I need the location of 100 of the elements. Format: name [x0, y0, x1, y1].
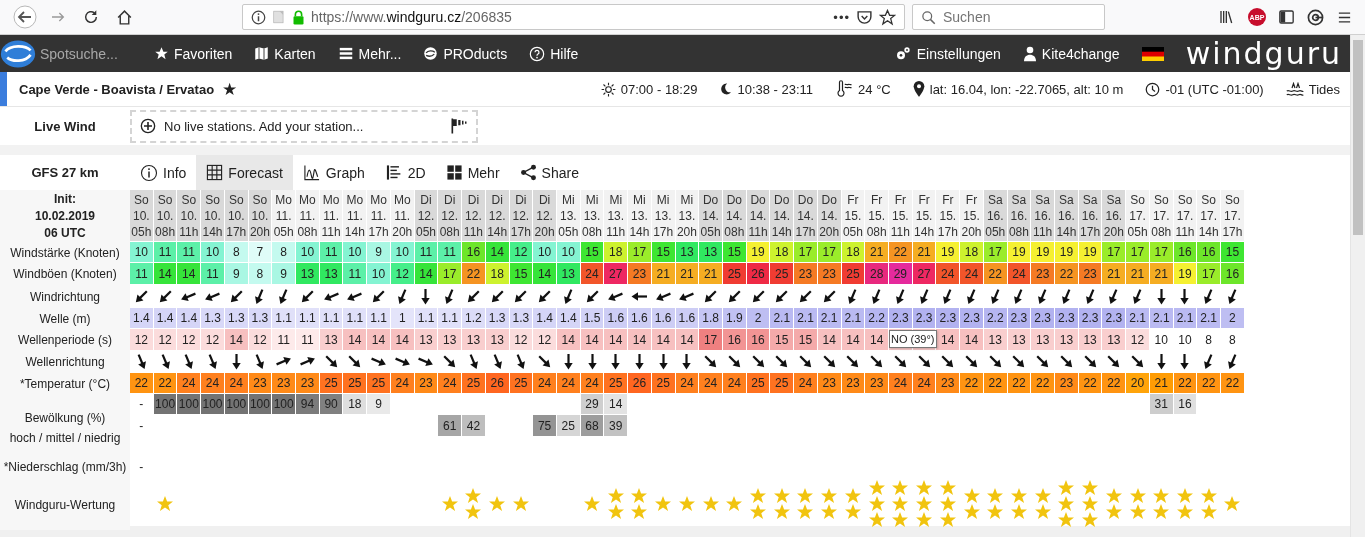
- table-cell: 14: [153, 263, 177, 284]
- table-cell: 1.4: [130, 308, 153, 328]
- spot-info: lat: 16.04, lon: -22.7065, alt: 10 m: [929, 81, 1124, 97]
- star-icon: [843, 488, 862, 504]
- table-cell: 15: [1221, 242, 1244, 262]
- table-cell: 7: [248, 242, 272, 262]
- star-icon: [749, 488, 768, 504]
- table-cell: 15: [722, 242, 746, 262]
- table-cell: 16: [1173, 394, 1197, 414]
- nav-link[interactable]: Einstellungen: [893, 45, 1001, 62]
- time-header-cell: Sa 16. 14h: [1055, 190, 1078, 241]
- table-cell: 17: [794, 242, 817, 262]
- table-cell: 1.3: [201, 308, 224, 328]
- favorite-star[interactable]: ★: [222, 78, 238, 100]
- star-icon: [1009, 504, 1028, 520]
- star-icon: [891, 512, 910, 528]
- info-icon: [140, 163, 158, 182]
- search-field[interactable]: Suchen: [912, 4, 1105, 30]
- table-cell: 19: [1055, 242, 1078, 262]
- table-cell: 2.1: [1149, 308, 1173, 328]
- star-icon: [1128, 488, 1147, 504]
- table-cell: 15: [651, 242, 675, 262]
- page-actions-button[interactable]: •••: [833, 9, 850, 25]
- table-cell: 24: [936, 263, 960, 284]
- table-cell: 16: [1221, 263, 1244, 284]
- table-cell: 100: [272, 394, 296, 414]
- table-cell: 23: [841, 373, 865, 393]
- table-cell: 13: [462, 329, 485, 350]
- table-cell: 1.1: [343, 308, 367, 328]
- tab[interactable]: Graph: [292, 155, 375, 190]
- star-icon: [1033, 504, 1052, 520]
- row-label: Windstärke (Knoten): [10, 245, 120, 260]
- table-cell: 24: [960, 263, 983, 284]
- table-cell: 42: [462, 415, 485, 436]
- table-cell: 25: [770, 373, 794, 393]
- flag-icon[interactable]: [1141, 46, 1164, 61]
- table-cell: 14: [865, 329, 888, 350]
- star-icon: [772, 488, 791, 504]
- table-cell: 1: [390, 308, 414, 328]
- star-icon: [915, 496, 934, 512]
- nav-link[interactable]: PROducts: [423, 45, 508, 62]
- table-cell: 13: [485, 329, 509, 350]
- spot-info: 24 °C: [858, 81, 891, 97]
- table-cell: 11: [272, 329, 296, 350]
- table-cell: 24: [1007, 263, 1031, 284]
- star-icon: [1152, 504, 1171, 520]
- table-cell: 22: [462, 263, 485, 284]
- star-icon: [630, 488, 649, 504]
- table-cell: 13: [1055, 329, 1078, 350]
- star-icon: [725, 496, 744, 512]
- table-cell: 14: [580, 329, 604, 350]
- nav-link[interactable]: Hilfe: [529, 45, 579, 62]
- tab[interactable]: Forecast: [196, 155, 293, 190]
- nav-link[interactable]: Mehr...: [337, 45, 402, 62]
- scrollbar-thumb[interactable]: [1353, 40, 1363, 235]
- table-cell: 8: [272, 242, 296, 262]
- location-pin-icon: [912, 81, 925, 97]
- star-icon: [1223, 496, 1242, 512]
- menu-icon: [337, 46, 354, 61]
- table-cell: 61: [438, 415, 462, 436]
- table-cell: 1.6: [651, 308, 675, 328]
- address-bar[interactable]: https://www.windguru.cz/206835 •••: [242, 4, 905, 30]
- time-header-cell: Sa 16. 17h: [1078, 190, 1102, 241]
- sun-icon: [600, 81, 616, 97]
- plus-circle-icon: [140, 118, 156, 134]
- tab[interactable]: 2D: [374, 155, 436, 190]
- table-cell: 2: [1221, 308, 1244, 328]
- table-cell: 19: [936, 242, 960, 262]
- table-cell: 21: [1126, 263, 1149, 284]
- waves-icon: [1285, 81, 1304, 97]
- table-cell: 16: [1173, 242, 1197, 262]
- table-cell: 75: [533, 415, 556, 436]
- scrollbar[interactable]: [1350, 35, 1365, 537]
- time-header-cell: So 10. 05h: [130, 190, 153, 241]
- moon-icon: [719, 82, 733, 96]
- tab[interactable]: Share: [509, 155, 589, 190]
- table-cell: 13: [1078, 329, 1102, 350]
- table-cell: 16: [722, 329, 746, 350]
- time-header-cell: Do 14. 05h: [699, 190, 722, 241]
- back-button[interactable]: [10, 3, 40, 31]
- table-cell: 17: [438, 263, 462, 284]
- star-icon: [986, 504, 1005, 520]
- tab[interactable]: Info: [130, 155, 197, 190]
- table-cell: 1.4: [533, 308, 556, 328]
- nav-link[interactable]: Favoriten: [154, 45, 233, 62]
- time-header-cell: Do 14. 14h: [770, 190, 794, 241]
- spot-search-field[interactable]: Spotsuche...: [40, 45, 132, 62]
- squares-icon: [445, 164, 463, 181]
- nav-link[interactable]: Kite4change: [1022, 45, 1120, 62]
- nav-link[interactable]: Karten: [254, 45, 316, 62]
- star-icon: [156, 496, 175, 512]
- row-label: hoch / mittel / niedrig: [9, 430, 121, 445]
- star-icon: [938, 512, 957, 528]
- logo[interactable]: windguru: [1185, 35, 1342, 72]
- table-cell: 14: [177, 263, 201, 284]
- url-text: https://www.windguru.cz/206835: [311, 9, 512, 25]
- table-cell: 10: [130, 242, 153, 262]
- table-cell: 2.3: [1007, 308, 1031, 328]
- table-cell: 15: [770, 329, 794, 350]
- tab[interactable]: Mehr: [435, 155, 510, 190]
